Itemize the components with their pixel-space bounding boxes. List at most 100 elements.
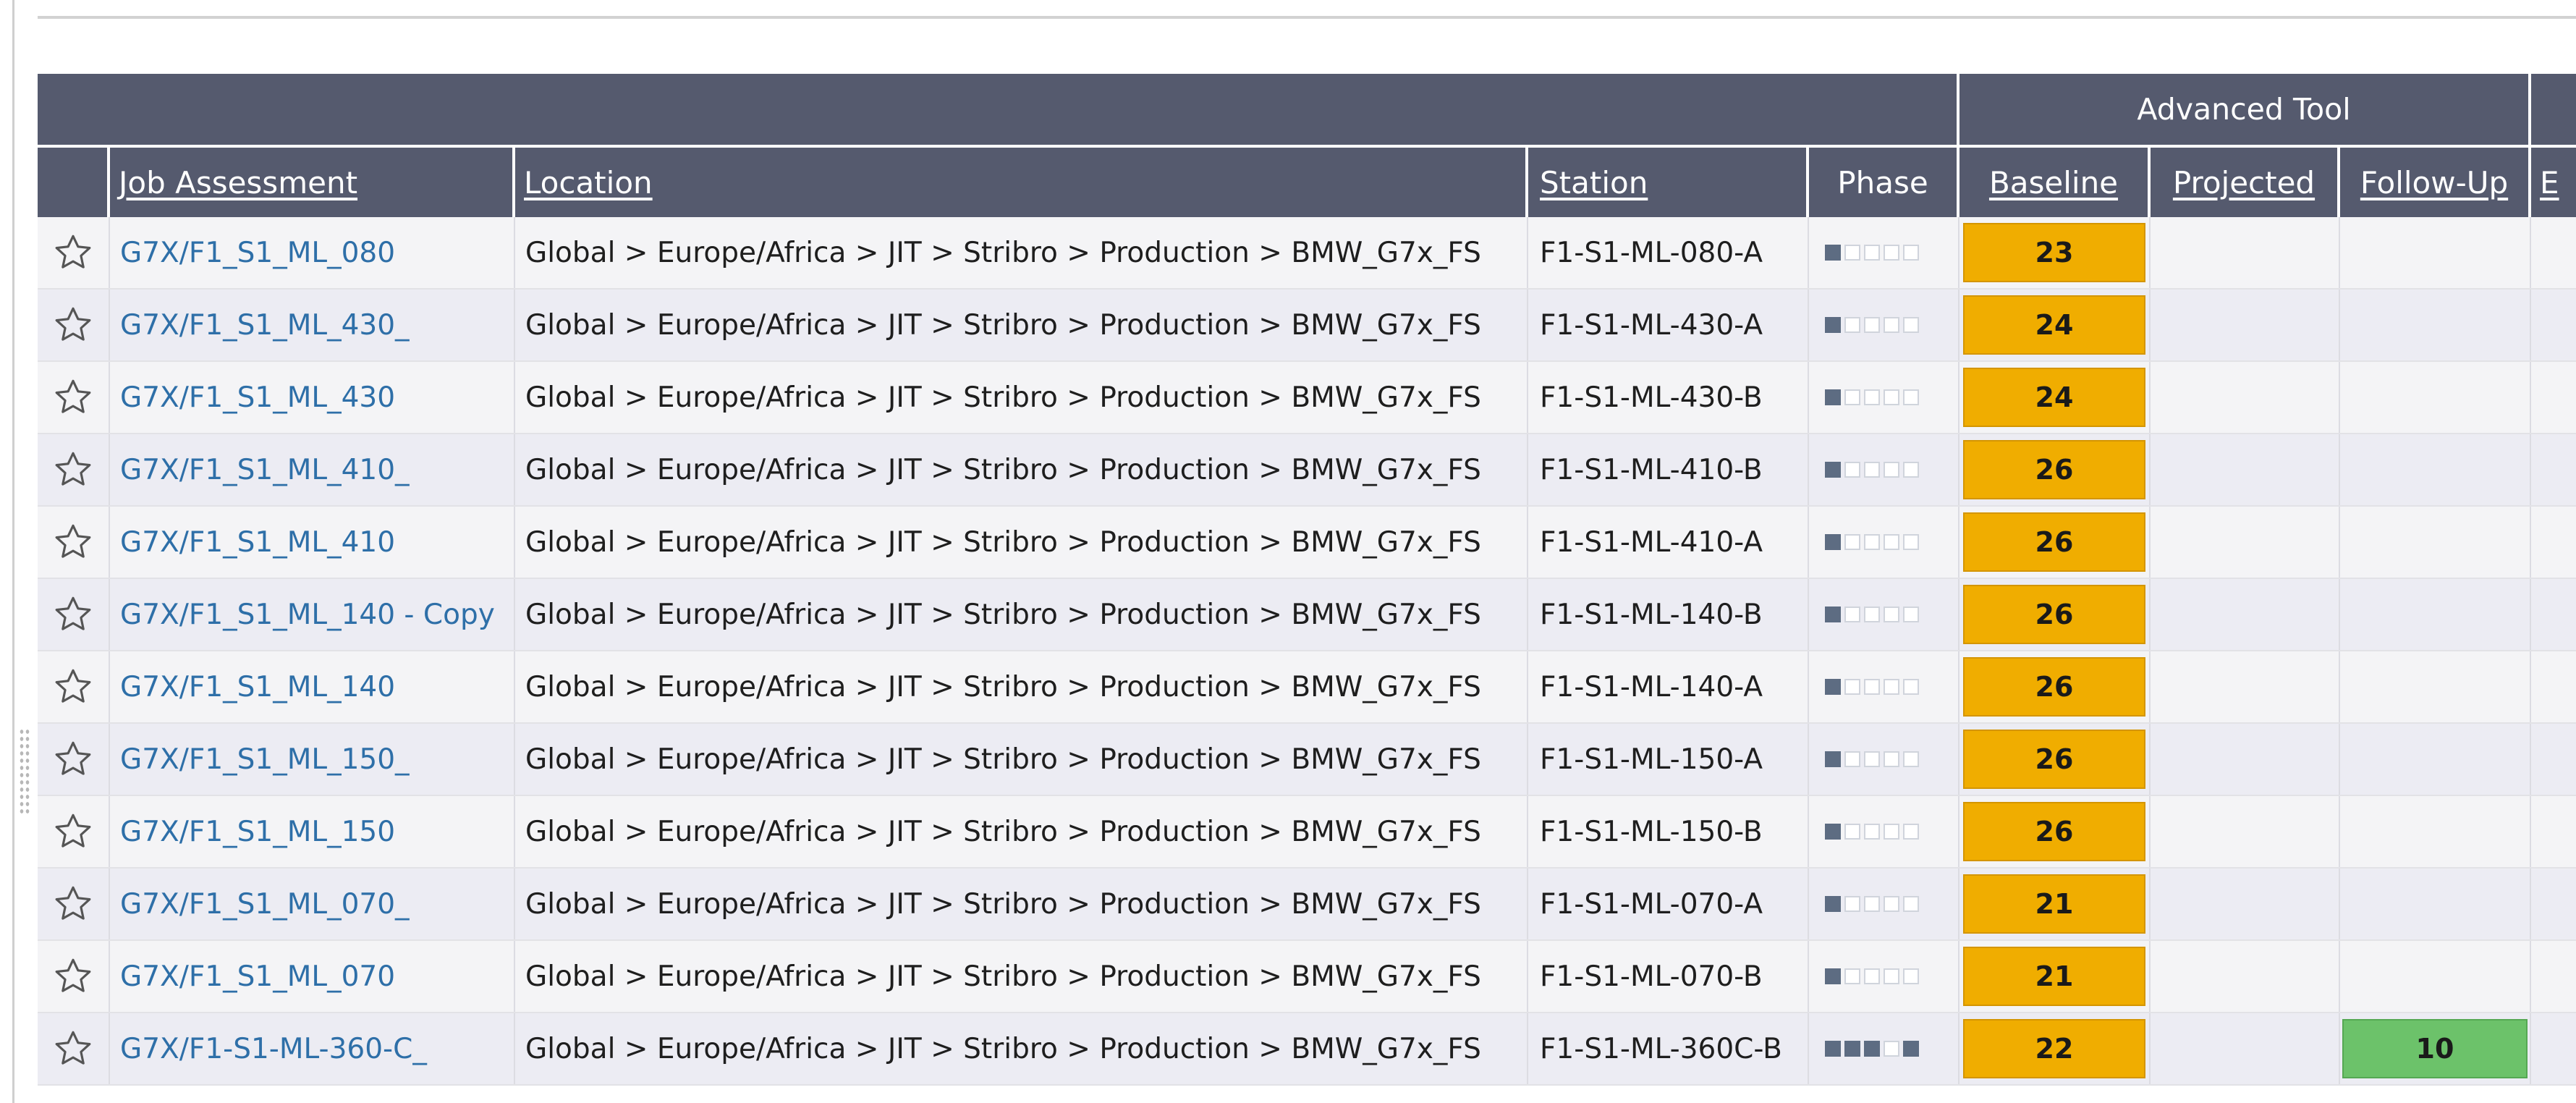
projected-sort-link[interactable]: Projected: [2173, 165, 2315, 200]
phase-step-empty-icon: [1864, 389, 1880, 405]
favorite-toggle[interactable]: [38, 724, 110, 795]
table-row[interactable]: G7X/F1_S1_ML_080 Global > Europe/Africa >…: [38, 217, 2576, 290]
baseline-score[interactable]: 23: [1963, 223, 2145, 282]
location-text: Global > Europe/Africa > JIT > Stribro >…: [525, 887, 1481, 921]
phase-step-empty-icon: [1844, 534, 1860, 550]
baseline-score[interactable]: 22: [1963, 1019, 2145, 1078]
phase-step-empty-icon: [1844, 389, 1860, 405]
location-header[interactable]: Location: [515, 148, 1528, 217]
favorite-toggle[interactable]: [38, 434, 110, 505]
baseline-score[interactable]: 26: [1963, 802, 2145, 861]
job-assessment-link[interactable]: G7X/F1_S1_ML_150_: [120, 743, 410, 776]
phase-step-filled-icon: [1825, 389, 1841, 405]
favorite-toggle[interactable]: [38, 507, 110, 578]
station-cell: F1-S1-ML-080-A: [1528, 217, 1809, 288]
station-text: F1-S1-ML-150-B: [1540, 815, 1763, 848]
baseline-sort-link[interactable]: Baseline: [1989, 165, 2118, 200]
star-icon[interactable]: [52, 449, 94, 491]
favorite-toggle[interactable]: [38, 941, 110, 1012]
table-row[interactable]: G7X/F1_S1_ML_150 Global > Europe/Africa >…: [38, 796, 2576, 869]
baseline-score[interactable]: 26: [1963, 657, 2145, 717]
baseline-cell: 23: [1959, 217, 2151, 288]
baseline-score[interactable]: 26: [1963, 512, 2145, 572]
baseline-score[interactable]: 24: [1963, 368, 2145, 427]
baseline-score[interactable]: 21: [1963, 874, 2145, 934]
baseline-cell: 26: [1959, 507, 2151, 578]
phase-progress: [1825, 751, 1919, 767]
table-row[interactable]: G7X/F1_S1_ML_070 Global > Europe/Africa >…: [38, 941, 2576, 1013]
phase-step-empty-icon: [1844, 462, 1860, 478]
job-assessment-link[interactable]: G7X/F1-S1-ML-360-C_: [120, 1033, 427, 1065]
table-row[interactable]: G7X/F1-S1-ML-360-C_ Global > Europe/Afric…: [38, 1013, 2576, 1086]
job-assessment-link[interactable]: G7X/F1_S1_ML_080: [120, 237, 395, 269]
station-sort-link[interactable]: Station: [1540, 165, 1648, 200]
station-cell: F1-S1-ML-140-B: [1528, 579, 1809, 650]
table-row[interactable]: G7X/F1_S1_ML_150_ Global > Europe/Africa …: [38, 724, 2576, 796]
projected-cell: [2151, 579, 2340, 650]
baseline-score[interactable]: 26: [1963, 730, 2145, 789]
favorite-toggle[interactable]: [38, 869, 110, 939]
follow-up-sort-link[interactable]: Follow-Up: [2360, 165, 2508, 200]
follow-up-score[interactable]: 10: [2342, 1019, 2528, 1078]
star-icon[interactable]: [52, 955, 94, 997]
station-text: F1-S1-ML-070-B: [1540, 960, 1763, 993]
phase-step-empty-icon: [1844, 751, 1860, 767]
job-assessment-link[interactable]: G7X/F1_S1_ML_070_: [120, 888, 410, 921]
projected-header[interactable]: Projected: [2151, 148, 2340, 217]
table-row[interactable]: G7X/F1_S1_ML_070_ Global > Europe/Africa …: [38, 869, 2576, 941]
star-icon[interactable]: [52, 738, 94, 780]
favorite-toggle[interactable]: [38, 217, 110, 288]
star-icon[interactable]: [52, 232, 94, 274]
job-assessment-link[interactable]: G7X/F1_S1_ML_430_: [120, 309, 410, 342]
job-assessment-link[interactable]: G7X/F1_S1_ML_070: [120, 960, 395, 993]
location-cell: Global > Europe/Africa > JIT > Stribro >…: [515, 290, 1528, 360]
star-icon[interactable]: [52, 376, 94, 418]
favorite-toggle[interactable]: [38, 290, 110, 360]
star-icon[interactable]: [52, 593, 94, 635]
baseline-header[interactable]: Baseline: [1959, 148, 2151, 217]
table-row[interactable]: G7X/F1_S1_ML_430_ Global > Europe/Africa …: [38, 290, 2576, 362]
job-assessment-header[interactable]: Job Assessment: [110, 148, 515, 217]
star-icon[interactable]: [52, 521, 94, 563]
job-assessment-link[interactable]: G7X/F1_S1_ML_430: [120, 381, 395, 414]
location-sort-link[interactable]: Location: [524, 165, 653, 200]
cut-off-sort-link[interactable]: E: [2540, 165, 2559, 200]
station-text: F1-S1-ML-430-B: [1540, 381, 1763, 414]
station-header[interactable]: Station: [1528, 148, 1809, 217]
favorite-toggle[interactable]: [38, 651, 110, 722]
star-icon[interactable]: [52, 883, 94, 925]
favorite-toggle[interactable]: [38, 1013, 110, 1084]
star-icon[interactable]: [52, 811, 94, 853]
phase-step-empty-icon: [1844, 968, 1860, 984]
baseline-score[interactable]: 26: [1963, 585, 2145, 644]
location-text: Global > Europe/Africa > JIT > Stribro >…: [525, 453, 1481, 486]
star-icon[interactable]: [52, 1028, 94, 1070]
table-row[interactable]: G7X/F1_S1_ML_140 Global > Europe/Africa >…: [38, 651, 2576, 724]
job-assessment-link[interactable]: G7X/F1_S1_ML_150: [120, 816, 395, 848]
star-icon[interactable]: [52, 666, 94, 708]
baseline-score[interactable]: 24: [1963, 295, 2145, 355]
advanced-tool-group-header: Advanced Tool: [1957, 74, 2528, 145]
baseline-score[interactable]: 21: [1963, 947, 2145, 1006]
job-assessment-link[interactable]: G7X/F1_S1_ML_410: [120, 526, 395, 559]
phase-step-empty-icon: [1884, 534, 1899, 550]
follow-up-header[interactable]: Follow-Up: [2340, 148, 2531, 217]
baseline-score[interactable]: 26: [1963, 440, 2145, 499]
job-assessment-link[interactable]: G7X/F1_S1_ML_140: [120, 671, 395, 703]
phase-step-empty-icon: [1864, 824, 1880, 840]
favorite-toggle[interactable]: [38, 579, 110, 650]
table-row[interactable]: G7X/F1_S1_ML_410 Global > Europe/Africa >…: [38, 507, 2576, 579]
table-row[interactable]: G7X/F1_S1_ML_140 - Copy Global > Europe/A…: [38, 579, 2576, 651]
favorite-toggle[interactable]: [38, 796, 110, 867]
cut-off-header[interactable]: E: [2531, 148, 2576, 217]
job-assessment-link[interactable]: G7X/F1_S1_ML_140 - Copy: [120, 599, 495, 631]
job-assessment-link[interactable]: G7X/F1_S1_ML_410_: [120, 454, 410, 486]
table-row[interactable]: G7X/F1_S1_ML_430 Global > Europe/Africa >…: [38, 362, 2576, 434]
resize-grip-icon[interactable]: [19, 728, 30, 813]
favorite-toggle[interactable]: [38, 362, 110, 433]
table-row[interactable]: G7X/F1_S1_ML_410_ Global > Europe/Africa …: [38, 434, 2576, 507]
job-assessment-sort-link[interactable]: Job Assessment: [119, 165, 357, 200]
cut-off-cell: [2531, 217, 2576, 288]
star-icon[interactable]: [52, 304, 94, 346]
location-text: Global > Europe/Africa > JIT > Stribro >…: [525, 381, 1481, 414]
